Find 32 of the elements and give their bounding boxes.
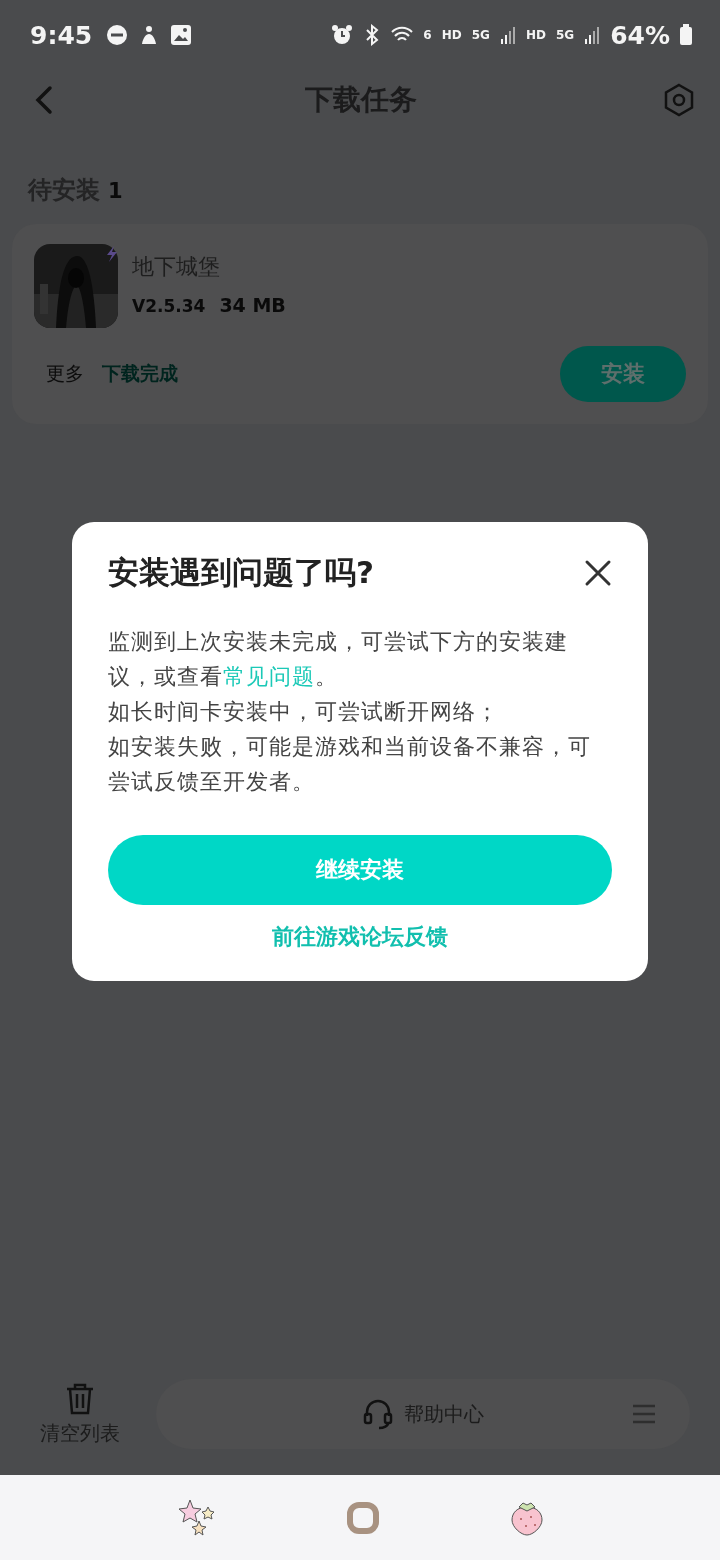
headset-icon <box>362 1398 394 1430</box>
install-button[interactable]: 安装 <box>560 346 686 402</box>
do-not-disturb-icon <box>106 24 129 46</box>
dialog-title: 安装遇到问题了吗? <box>108 553 375 592</box>
network-label: HD <box>441 28 462 42</box>
battery-icon <box>680 24 692 46</box>
faq-link[interactable]: 常见问题 <box>223 664 315 689</box>
version-text: V2.5.34 <box>132 296 206 316</box>
close-icon <box>584 559 612 587</box>
menu-icon <box>632 1403 656 1425</box>
wifi-label: 6 <box>423 28 432 42</box>
battery-percent: 64% <box>610 20 670 50</box>
settings-icon[interactable] <box>662 83 696 117</box>
network-label: HD <box>525 28 546 42</box>
clock-time: 9:45 <box>30 20 93 50</box>
image-icon <box>170 24 193 46</box>
dialog-text: 如安装失败，可能是游戏和当前设备不兼容，可尝试反馈至开发者。 <box>108 733 592 796</box>
signal-icon <box>499 25 516 45</box>
network-label: 5G <box>555 28 575 42</box>
alarm-icon <box>331 24 354 46</box>
size-text: 34 MB <box>219 294 286 316</box>
forum-feedback-link[interactable]: 前往游戏论坛反馈 <box>266 921 454 953</box>
network-label: 5G <box>471 28 490 42</box>
continue-install-button[interactable]: 继续安装 <box>108 835 612 905</box>
close-button[interactable] <box>584 559 612 587</box>
dialog-text: 监测到上次安装未完成，可尝试下方的安装建议，或查看常见问题。 <box>108 628 569 691</box>
download-status: 下载完成 <box>102 361 178 386</box>
dialog-text: 如长时间卡安装中，可尝试断开网络； <box>108 698 500 726</box>
more-link[interactable]: 更多 <box>46 361 84 387</box>
section-count: 1 <box>108 179 123 203</box>
home-icon[interactable] <box>347 1501 379 1534</box>
signal-icon <box>584 25 601 45</box>
